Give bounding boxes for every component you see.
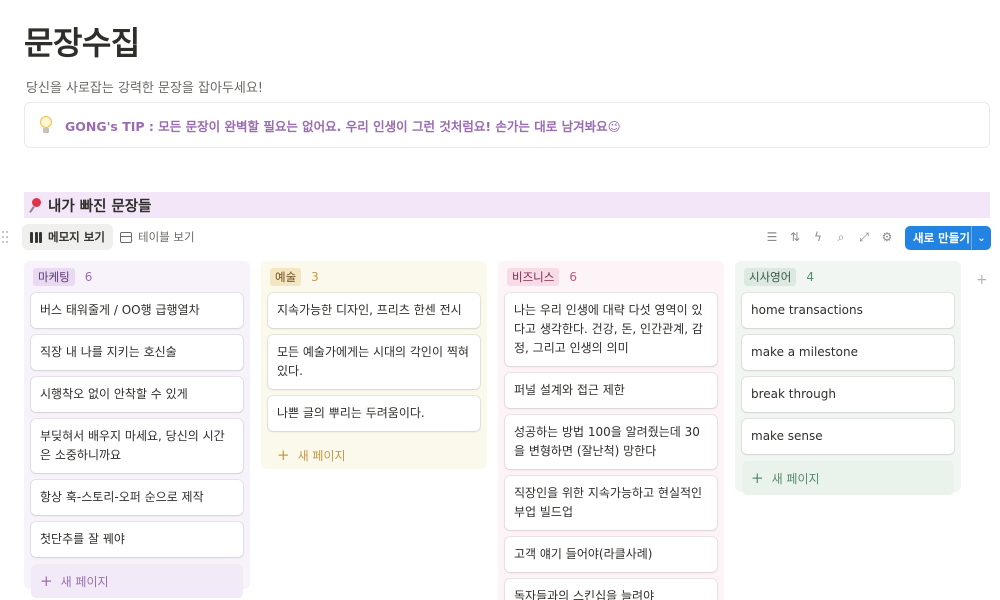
table-view-icon <box>120 231 132 243</box>
board-card[interactable]: make a milestone <box>742 335 954 370</box>
section-heading[interactable]: 내가 빠진 문장들 <box>24 192 990 218</box>
drag-handle-icon[interactable] <box>2 231 8 245</box>
new-button-label: 새로 만들기 <box>913 231 970 245</box>
board-column-business: 비즈니스 6 나는 우리 인생에 대략 다섯 영역이 있다고 생각한다. 건강,… <box>498 261 724 600</box>
add-page-label: 새 페이지 <box>60 574 109 589</box>
board-card[interactable]: 버스 태워줄게 / OO행 급행열차 <box>31 293 243 328</box>
tab-table-view-label: 테이블 보기 <box>138 230 195 244</box>
group-tag: 예술 <box>270 268 302 286</box>
expand-icon[interactable]: ⤢ <box>856 229 872 245</box>
section-title: 내가 빠진 문장들 <box>48 198 152 215</box>
board-card[interactable]: home transactions <box>742 293 954 328</box>
add-page-label: 새 페이지 <box>297 448 346 463</box>
filter-icon[interactable]: ☰ <box>764 229 780 245</box>
add-page-button[interactable]: + 새 페이지 <box>31 564 243 598</box>
board-card[interactable]: 나는 우리 인생에 대략 다섯 영역이 있다고 생각한다. 건강, 돈, 인간관… <box>505 293 717 366</box>
pushpin-icon <box>28 197 44 213</box>
tab-board-view-label: 메모지 보기 <box>48 230 105 244</box>
board-card[interactable]: 성공하는 방법 100을 알려줬는데 30을 변형하면 (잘난척) 망한다 <box>505 415 717 469</box>
group-count: 4 <box>806 270 814 284</box>
plus-icon: + <box>40 572 53 590</box>
tip-callout[interactable]: GONG's TIP : 모든 문장이 완벽할 필요는 없어요. 우리 인생이 … <box>24 102 990 148</box>
plus-icon: + <box>277 446 290 464</box>
board-card[interactable]: make sense <box>742 419 954 454</box>
column-header[interactable]: 시사영어 4 <box>742 261 954 293</box>
group-count: 6 <box>84 270 93 284</box>
group-tag: 시사영어 <box>744 268 797 286</box>
add-page-button[interactable]: + 새 페이지 <box>268 438 480 472</box>
group-tag: 마케팅 <box>33 268 75 286</box>
board-card[interactable]: 퍼널 설계와 접근 제한 <box>505 373 717 408</box>
page-title[interactable]: 문장수집 <box>24 18 140 64</box>
board-card[interactable]: 독자들과의 스킨십을 늘려야 <box>505 579 717 600</box>
page-description[interactable]: 당신을 사로잡는 강력한 문장을 잡아두세요! <box>26 77 263 96</box>
add-page-button[interactable]: + 새 페이지 <box>742 461 954 495</box>
board-card[interactable]: 시행착오 없이 안착할 수 있게 <box>31 377 243 412</box>
board-column-marketing: 마케팅 6 버스 태워줄게 / OO행 급행열차 직장 내 나를 지키는 호신술… <box>24 261 250 598</box>
board-card[interactable]: 직장 내 나를 지키는 호신술 <box>31 335 243 370</box>
plus-icon: + <box>751 469 764 487</box>
board-column-english: 시사영어 4 home transactions make a mileston… <box>735 261 961 495</box>
tab-table-view[interactable]: 테이블 보기 <box>112 224 203 250</box>
add-page-label: 새 페이지 <box>771 471 820 486</box>
board-card[interactable]: 지속가능한 디자인, 프리츠 한센 전시 <box>268 293 480 328</box>
tab-board-view[interactable]: 메모지 보기 <box>22 224 113 250</box>
window-top-edge <box>0 0 1000 4</box>
board-card[interactable]: 모든 예술가에게는 시대의 각인이 찍혀 있다. <box>268 335 480 389</box>
add-group-icon[interactable]: + <box>976 272 988 288</box>
group-tag: 비즈니스 <box>507 268 560 286</box>
database-toolbar: 메모지 보기 테이블 보기 ☰ ⇅ ϟ ⌕ ⤢ ⚙ 새로 만들기 ⌄ <box>0 224 1000 252</box>
callout-text: GONG's TIP : 모든 문장이 완벽할 필요는 없어요. 우리 인생이 … <box>65 118 621 134</box>
column-header[interactable]: 마케팅 6 <box>31 261 243 293</box>
board-column-art: 예술 3 지속가능한 디자인, 프리츠 한센 전시 모든 예술가에게는 시대의 … <box>261 261 487 469</box>
automation-icon[interactable]: ϟ <box>810 229 826 245</box>
sort-icon[interactable]: ⇅ <box>787 229 803 245</box>
group-count: 3 <box>311 270 319 284</box>
board-card[interactable]: 항상 훅-스토리-오퍼 순으로 제작 <box>31 480 243 515</box>
notion-page: 문장수집 당신을 사로잡는 강력한 문장을 잡아두세요! GONG's TIP … <box>0 0 1000 600</box>
chevron-down-icon[interactable]: ⌄ <box>972 233 991 244</box>
board-card[interactable]: break through <box>742 377 954 412</box>
view-tools: ☰ ⇅ ϟ ⌕ ⤢ ⚙ <box>764 229 895 245</box>
board-card[interactable]: 직장인을 위한 지속가능하고 현실적인 부업 빌드업 <box>505 476 717 530</box>
group-count: 6 <box>569 270 577 284</box>
board-card[interactable]: 나쁜 글의 뿌리는 두려움이다. <box>268 396 480 431</box>
board-card[interactable]: 고객 얘기 들어야(라클사례) <box>505 537 717 572</box>
board-card[interactable]: 첫단추를 잘 꿰야 <box>31 522 243 557</box>
column-header[interactable]: 비즈니스 6 <box>505 261 717 293</box>
board-view-icon <box>30 231 42 243</box>
column-header[interactable]: 예술 3 <box>268 261 480 293</box>
search-icon[interactable]: ⌕ <box>833 229 849 245</box>
lightbulb-icon <box>37 115 55 135</box>
board-card[interactable]: 부딪혀서 배우지 마세요, 당신의 시간은 소중하니까요 <box>31 419 243 473</box>
settings-icon[interactable]: ⚙ <box>879 229 895 245</box>
new-button[interactable]: 새로 만들기 ⌄ <box>905 226 991 250</box>
